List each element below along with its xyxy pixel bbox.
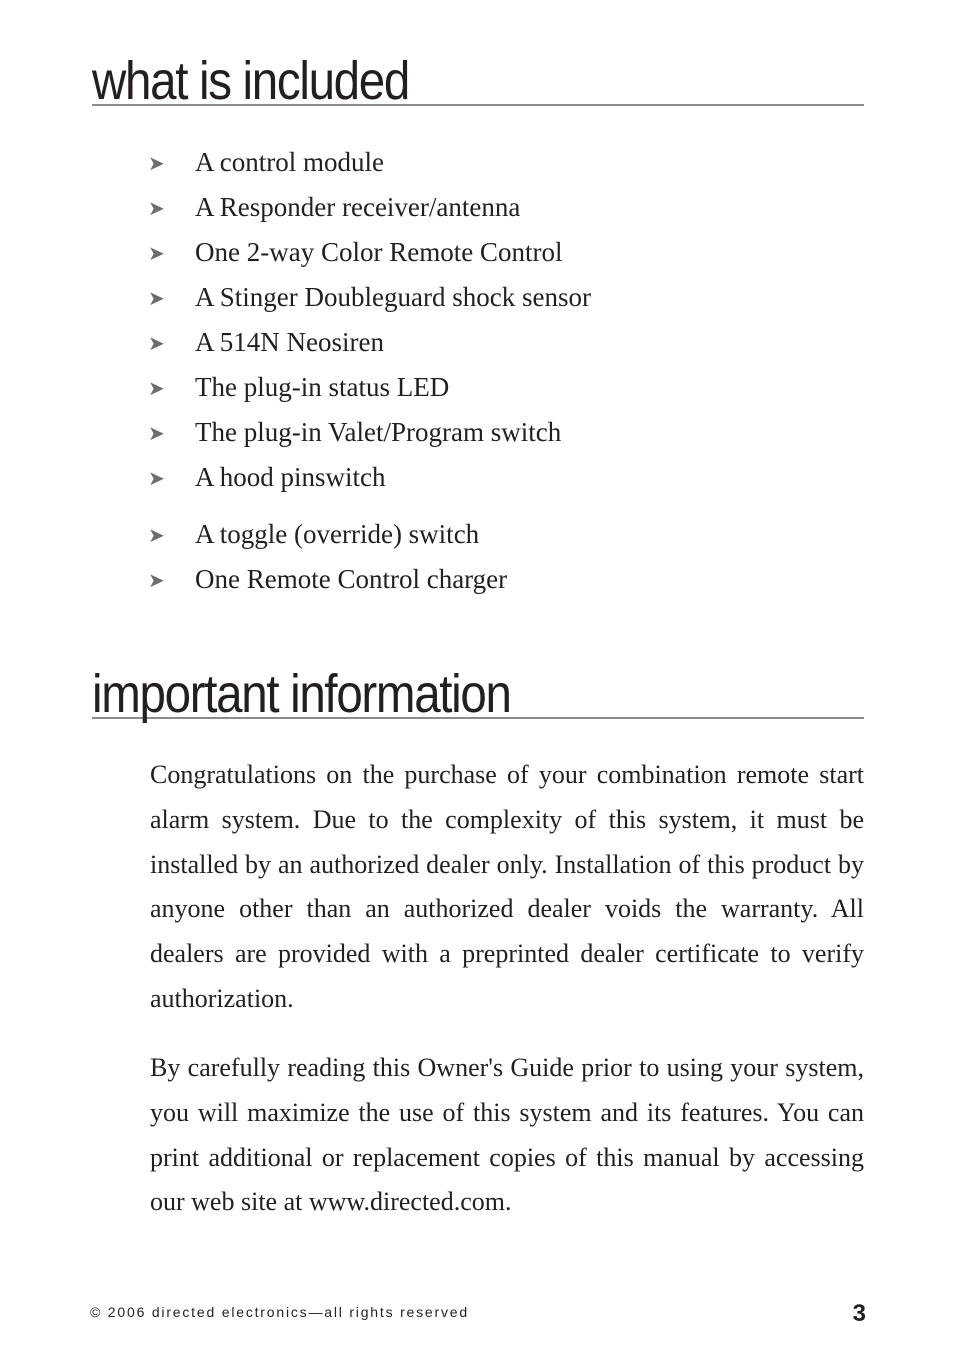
arrowhead-icon: ➤ <box>148 288 165 310</box>
list-item-text: One 2-way Color Remote Control <box>195 237 563 267</box>
list-item-text: One Remote Control charger <box>195 564 508 594</box>
list-item: ➤ One 2-way Color Remote Control <box>148 232 591 277</box>
list-item: ➤ A Stinger Doubleguard shock sensor <box>148 277 591 322</box>
section-heading-important-information: important information <box>92 664 864 724</box>
arrowhead-icon: ➤ <box>148 243 165 265</box>
arrowhead-icon: ➤ <box>148 570 165 592</box>
arrowhead-icon: ➤ <box>148 198 165 220</box>
arrowhead-icon: ➤ <box>148 378 165 400</box>
list-item: ➤ The plug-in Valet/Program switch <box>148 412 591 457</box>
list-item: ➤ A hood pinswitch <box>148 457 591 502</box>
paragraph-congratulations: Congratulations on the purchase of your … <box>150 760 864 1013</box>
list-item: ➤ A toggle (override) switch <box>148 514 591 559</box>
heading-text: what is included <box>92 51 410 111</box>
arrowhead-icon: ➤ <box>148 423 165 445</box>
heading-text: important information <box>92 664 512 724</box>
list-item: ➤ A control module <box>148 142 591 187</box>
arrowhead-icon: ➤ <box>148 468 165 490</box>
list-item-text: The plug-in Valet/Program switch <box>195 417 562 447</box>
list-item: ➤ A Responder receiver/antenna <box>148 187 591 232</box>
list-item-text: The plug-in status LED <box>195 372 450 402</box>
page-number: 3 <box>852 1300 866 1327</box>
arrowhead-icon: ➤ <box>148 333 165 355</box>
list-item-text: A hood pinswitch <box>195 462 386 492</box>
list-item-text: A control module <box>195 147 384 177</box>
footer-copyright: © 2006 directed electronics—all rights r… <box>90 1304 469 1320</box>
arrowhead-icon: ➤ <box>148 525 165 547</box>
paragraph-owners-guide: By carefully reading this Owner's Guide … <box>150 1053 864 1217</box>
list-item: ➤ The plug-in status LED <box>148 367 591 412</box>
included-items-list: ➤ A control module ➤ A Responder receiver/… <box>148 142 591 604</box>
list-item-text: A Responder receiver/antenna <box>195 192 521 222</box>
list-item-text: A Stinger Doubleguard shock sensor <box>195 282 591 312</box>
section-heading-what-is-included: what is included <box>92 51 864 111</box>
list-item-text: A 514N Neosiren <box>195 327 384 357</box>
list-item-text: A toggle (override) switch <box>195 519 480 549</box>
list-item: ➤ One Remote Control charger <box>148 559 591 604</box>
arrowhead-icon: ➤ <box>148 153 165 175</box>
list-item: ➤ A 514N Neosiren <box>148 322 591 367</box>
